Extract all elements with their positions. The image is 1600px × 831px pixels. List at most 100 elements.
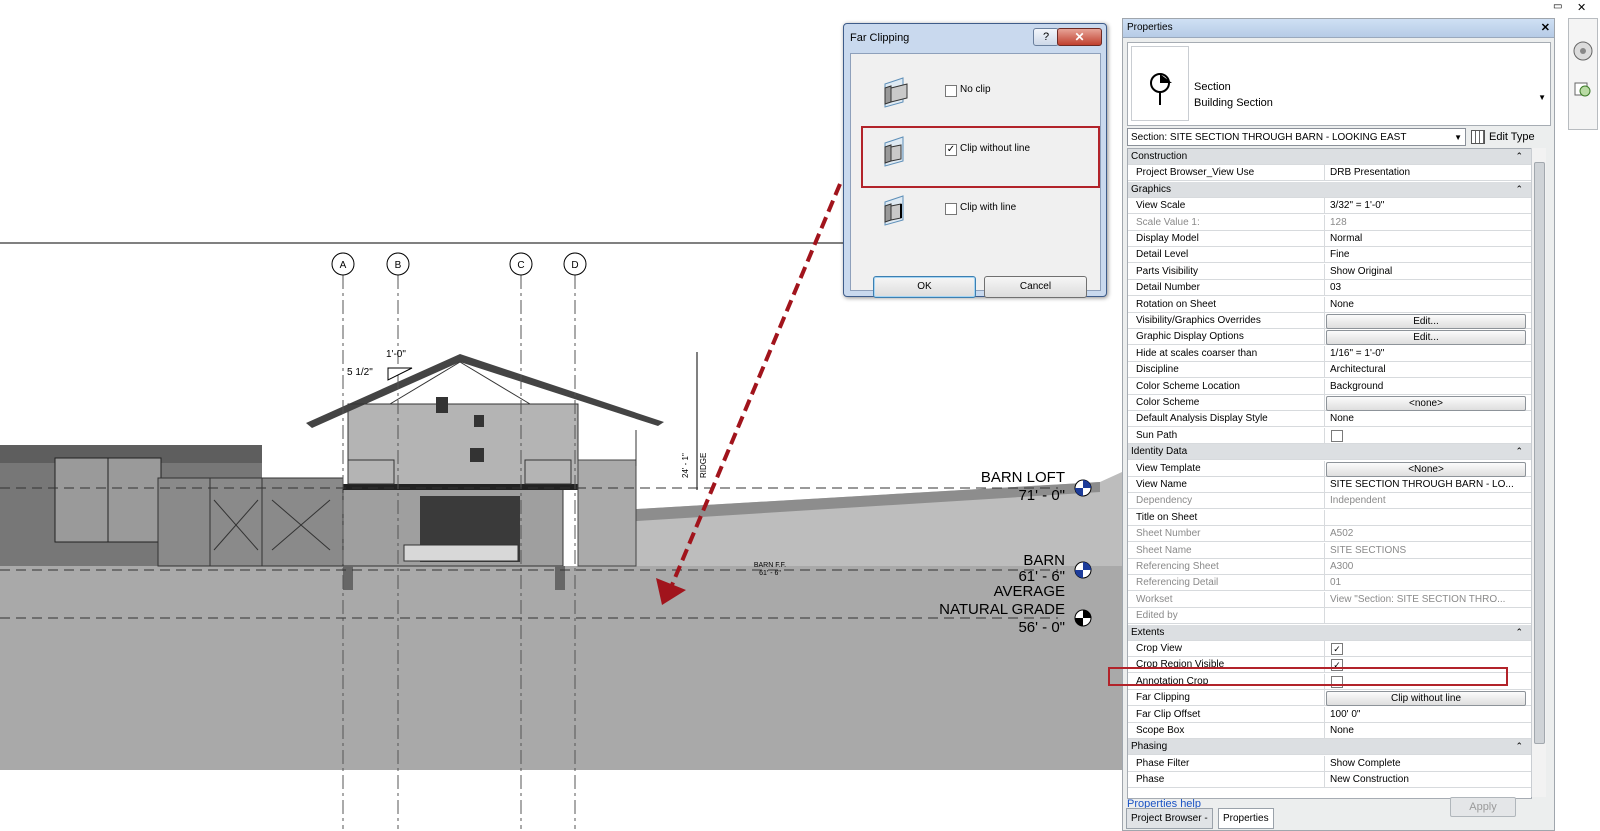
property-checkbox[interactable] (1331, 430, 1343, 442)
property-row[interactable]: Dependency Independent (1128, 493, 1531, 509)
property-value[interactable]: None (1326, 297, 1531, 313)
instance-selector[interactable]: Section: SITE SECTION THROUGH BARN - LOO… (1127, 128, 1466, 146)
property-row[interactable]: Sheet Name SITE SECTIONS (1128, 543, 1531, 559)
property-row[interactable]: Phase Filter Show Complete (1128, 756, 1531, 772)
scrollbar-thumb[interactable] (1534, 162, 1545, 744)
property-row[interactable]: View Name SITE SECTION THROUGH BARN - LO.… (1128, 477, 1531, 493)
property-row[interactable]: Title on Sheet (1128, 510, 1531, 526)
properties-scrollbar[interactable] (1531, 148, 1546, 797)
property-row[interactable]: Scale Value 1: 128 (1128, 215, 1531, 231)
property-row[interactable]: Far Clipping Clip without line (1128, 690, 1531, 706)
clip-with-line-checkbox[interactable] (945, 203, 957, 215)
edit-type-button[interactable]: Edit Type (1471, 128, 1547, 146)
property-name: Visibility/Graphics Overrides (1128, 313, 1325, 329)
property-row[interactable]: Parts Visibility Show Original (1128, 264, 1531, 280)
property-row[interactable]: Rotation on Sheet None (1128, 297, 1531, 313)
property-name: Graphic Display Options (1128, 329, 1325, 345)
option-no-clip[interactable]: No clip (851, 60, 1100, 118)
property-row[interactable]: Scope Box None (1128, 723, 1531, 739)
property-value[interactable]: Background (1326, 379, 1531, 395)
collapse-icon[interactable]: ⌃ (1515, 151, 1523, 162)
property-value[interactable]: Architectural (1326, 362, 1531, 378)
property-value[interactable]: Fine (1326, 247, 1531, 263)
property-row[interactable]: Referencing Detail 01 (1128, 575, 1531, 591)
property-row[interactable]: Color Scheme <none> (1128, 395, 1531, 411)
help-button[interactable]: ? (1033, 28, 1059, 46)
palette-tabs: Project Browser - Properties (1122, 808, 1553, 829)
property-row[interactable]: Graphic Display Options Edit... (1128, 329, 1531, 345)
property-row[interactable]: Hide at scales coarser than 1/16" = 1'-0" (1128, 346, 1531, 362)
property-value[interactable]: 03 (1326, 280, 1531, 296)
property-group-header[interactable]: Extents ⌃ (1128, 625, 1531, 641)
window-close-icon[interactable]: ✕ (1577, 1, 1586, 14)
close-button[interactable]: ✕ (1057, 28, 1102, 46)
property-value-button[interactable]: Edit... (1326, 314, 1526, 329)
property-value[interactable]: 100' 0" (1326, 707, 1531, 723)
property-group-header[interactable]: Construction ⌃ (1128, 149, 1531, 165)
steering-wheel-icon[interactable] (1573, 41, 1593, 61)
type-selector[interactable]: Section Building Section ▼ (1127, 42, 1551, 126)
property-row[interactable]: Visibility/Graphics Overrides Edit... (1128, 313, 1531, 329)
property-name: Sun Path (1128, 428, 1325, 444)
collapse-icon[interactable]: ⌃ (1515, 741, 1523, 752)
tab-project-browser[interactable]: Project Browser - (1126, 808, 1213, 829)
property-row[interactable]: Edited by (1128, 608, 1531, 624)
property-value[interactable]: SITE SECTION THROUGH BARN - LO... (1326, 477, 1531, 493)
property-group-header[interactable]: Identity Data ⌃ (1128, 444, 1531, 460)
tab-properties[interactable]: Properties (1218, 808, 1274, 829)
property-row[interactable]: View Scale 3/32" = 1'-0" (1128, 198, 1531, 214)
properties-titlebar[interactable]: Properties ✕ (1123, 19, 1554, 38)
property-row[interactable]: Referencing Sheet A300 (1128, 559, 1531, 575)
floor-elev: 61' - 6" (759, 570, 781, 577)
properties-title: Properties (1127, 22, 1173, 33)
property-value-button[interactable]: <none> (1326, 396, 1526, 411)
property-value[interactable]: None (1326, 723, 1531, 739)
property-row[interactable]: Project Browser_View Use DRB Presentation (1128, 165, 1531, 181)
property-group-header[interactable]: Graphics ⌃ (1128, 182, 1531, 198)
property-value[interactable]: DRB Presentation (1326, 165, 1531, 181)
property-value-button[interactable]: <None> (1326, 462, 1526, 477)
property-row[interactable]: Sheet Number A502 (1128, 526, 1531, 542)
property-value[interactable]: 3/32" = 1'-0" (1326, 198, 1531, 214)
property-row[interactable]: Sun Path (1128, 428, 1531, 444)
property-value[interactable]: Show Original (1326, 264, 1531, 280)
property-row[interactable]: Color Scheme Location Background (1128, 379, 1531, 395)
property-value[interactable]: None (1326, 411, 1531, 427)
property-row[interactable]: Default Analysis Display Style None (1128, 411, 1531, 427)
property-row[interactable]: Discipline Architectural (1128, 362, 1531, 378)
edit-type-label: Edit Type (1489, 131, 1535, 143)
property-row[interactable]: Phase New Construction (1128, 772, 1531, 788)
property-row[interactable]: Detail Number 03 (1128, 280, 1531, 296)
property-name: Edited by (1128, 608, 1325, 624)
property-name: View Name (1128, 477, 1325, 493)
property-value[interactable]: New Construction (1326, 772, 1531, 788)
property-value[interactable] (1326, 510, 1531, 526)
property-row[interactable]: View Template <None> (1128, 461, 1531, 477)
property-row[interactable]: Crop View ✓ (1128, 641, 1531, 657)
cancel-button[interactable]: Cancel (984, 276, 1087, 298)
property-group-header[interactable]: Phasing ⌃ (1128, 739, 1531, 755)
window-controls[interactable]: ▭ (1553, 1, 1562, 12)
zoom-icon[interactable] (1574, 82, 1591, 97)
collapse-icon[interactable]: ⌃ (1515, 627, 1523, 638)
property-value-button[interactable]: Clip without line (1326, 691, 1526, 706)
level-head-icon[interactable] (1074, 479, 1092, 497)
property-row[interactable]: Detail Level Fine (1128, 247, 1531, 263)
property-row[interactable]: Workset View "Section: SITE SECTION THRO.… (1128, 592, 1531, 608)
property-row[interactable]: Far Clip Offset 100' 0" (1128, 707, 1531, 723)
property-value[interactable]: Show Complete (1326, 756, 1531, 772)
ok-button[interactable]: OK (873, 276, 976, 298)
level-head-icon[interactable] (1074, 561, 1092, 579)
level-head-icon[interactable] (1074, 609, 1092, 627)
property-value[interactable]: Normal (1326, 231, 1531, 247)
close-icon[interactable]: ✕ (1541, 21, 1550, 34)
collapse-icon[interactable]: ⌃ (1515, 446, 1523, 457)
property-value-button[interactable]: Edit... (1326, 330, 1526, 345)
property-value: 128 (1330, 217, 1347, 228)
property-value: A502 (1330, 528, 1354, 539)
property-value[interactable]: 1/16" = 1'-0" (1326, 346, 1531, 362)
collapse-icon[interactable]: ⌃ (1515, 184, 1523, 195)
no-clip-checkbox[interactable] (945, 85, 957, 97)
property-checkbox[interactable]: ✓ (1331, 643, 1343, 655)
property-row[interactable]: Display Model Normal (1128, 231, 1531, 247)
